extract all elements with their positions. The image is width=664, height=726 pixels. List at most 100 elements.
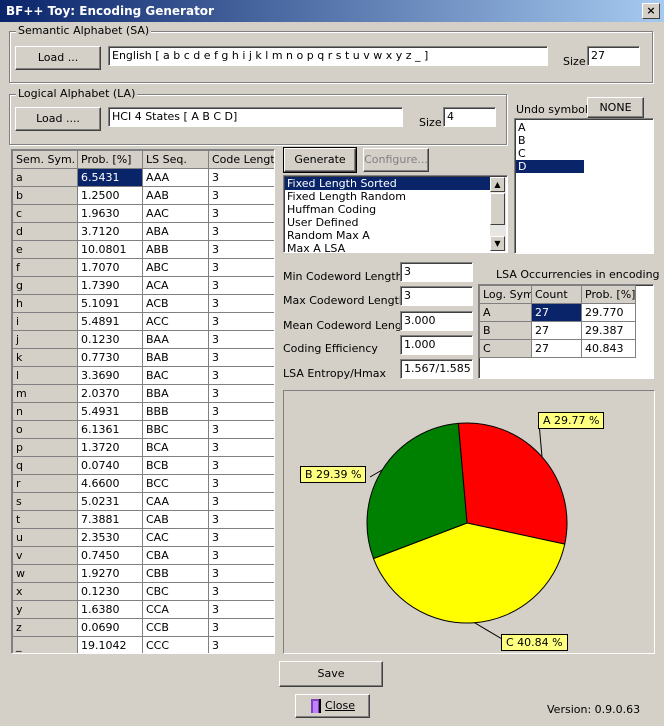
configure-button[interactable]: Configure... (363, 148, 429, 172)
code-length-cell[interactable]: 3 (208, 294, 274, 313)
code-length-cell[interactable]: 3 (208, 312, 274, 331)
semantic-size-field[interactable]: 27 (587, 46, 640, 66)
ls-seq-cell[interactable]: ACA (142, 276, 209, 295)
code-length-cell[interactable]: 3 (208, 330, 274, 349)
prob-cell[interactable]: 6.1361 (77, 420, 143, 439)
prob-cell[interactable]: 5.1091 (77, 294, 143, 313)
scroll-thumb[interactable] (490, 193, 505, 225)
undo-symbol-item[interactable]: B (516, 134, 584, 147)
window-close-button[interactable]: × (642, 3, 660, 19)
prob-cell[interactable]: 1.7390 (77, 276, 143, 295)
column-header[interactable]: Code Length (208, 150, 274, 169)
ls-seq-cell[interactable]: CCA (142, 600, 209, 619)
prob-cell[interactable]: 29.387 (581, 321, 636, 340)
column-header[interactable]: Log. Sym. (479, 285, 532, 304)
prob-cell[interactable]: 3.7120 (77, 222, 143, 241)
prob-cell[interactable]: 1.2500 (77, 186, 143, 205)
code-length-cell[interactable]: 3 (208, 240, 274, 259)
ls-seq-cell[interactable]: AAB (142, 186, 209, 205)
semantic-load-button[interactable]: Load ... (15, 46, 101, 70)
table-row[interactable]: x 0.1230 CBC 3 (12, 582, 274, 601)
table-row[interactable]: b 1.2500 AAB 3 (12, 186, 274, 205)
code-length-cell[interactable]: 3 (208, 348, 274, 367)
table-row[interactable]: u 2.3530 CAC 3 (12, 528, 274, 547)
ls-seq-cell[interactable]: CAC (142, 528, 209, 547)
prob-cell[interactable]: 1.6380 (77, 600, 143, 619)
ls-seq-cell[interactable]: BCC (142, 474, 209, 493)
logical-alphabet-field[interactable]: HCI 4 States [ A B C D] (108, 107, 403, 127)
ls-seq-cell[interactable]: ACC (142, 312, 209, 331)
method-item[interactable]: Huffman Coding (285, 203, 490, 216)
undo-none-button[interactable]: NONE (587, 97, 644, 118)
table-row[interactable]: r 4.6600 BCC 3 (12, 474, 274, 493)
prob-cell[interactable]: 4.6600 (77, 474, 143, 493)
code-length-cell[interactable]: 3 (208, 510, 274, 529)
ls-seq-cell[interactable]: CCC (142, 636, 209, 653)
table-row[interactable]: c 1.9630 AAC 3 (12, 204, 274, 223)
prob-cell[interactable]: 2.0370 (77, 384, 143, 403)
scroll-up-icon[interactable]: ▲ (490, 177, 505, 192)
generate-button[interactable]: Generate (283, 147, 357, 173)
undo-symbol-item-selected[interactable]: D (516, 160, 584, 173)
semantic-alphabet-field[interactable]: English [ a b c d e f g h i j k l m n o … (108, 46, 548, 66)
code-length-cell[interactable]: 3 (208, 438, 274, 457)
ls-seq-cell[interactable]: CBA (142, 546, 209, 565)
undo-symbol-item[interactable]: C (516, 147, 584, 160)
ls-seq-cell[interactable]: BBB (142, 402, 209, 421)
code-length-cell[interactable]: 3 (208, 420, 274, 439)
logical-size-field[interactable]: 4 (443, 107, 496, 127)
prob-cell[interactable]: 7.3881 (77, 510, 143, 529)
method-list-scrollbar[interactable]: ▲ ▼ (490, 177, 506, 251)
code-length-cell[interactable]: 3 (208, 582, 274, 601)
ls-seq-cell[interactable]: CBB (142, 564, 209, 583)
table-row[interactable]: g 1.7390 ACA 3 (12, 276, 274, 295)
ls-seq-cell[interactable]: BBC (142, 420, 209, 439)
title-bar[interactable]: BF++ Toy: Encoding Generator × (0, 0, 664, 22)
prob-cell[interactable]: 2.3530 (77, 528, 143, 547)
table-row[interactable]: p 1.3720 BCA 3 (12, 438, 274, 457)
table-row[interactable]: h 5.1091 ACB 3 (12, 294, 274, 313)
prob-cell[interactable]: 0.7450 (77, 546, 143, 565)
ls-seq-cell[interactable]: CCB (142, 618, 209, 637)
prob-cell[interactable]: 0.1230 (77, 582, 143, 601)
code-length-cell[interactable]: 3 (208, 258, 274, 277)
prob-cell[interactable]: 5.0231 (77, 492, 143, 511)
prob-cell[interactable]: 6.5431 (77, 168, 143, 187)
table-row[interactable]: a 6.5431 AAA 3 (12, 168, 274, 187)
code-length-cell[interactable]: 3 (208, 168, 274, 187)
ls-seq-cell[interactable]: ABA (142, 222, 209, 241)
prob-cell[interactable]: 1.7070 (77, 258, 143, 277)
ls-seq-cell[interactable]: ABB (142, 240, 209, 259)
table-row[interactable]: A 27 29.770 (479, 303, 636, 322)
code-length-cell[interactable]: 3 (208, 474, 274, 493)
ls-seq-cell[interactable]: ACB (142, 294, 209, 313)
code-length-cell[interactable]: 3 (208, 222, 274, 241)
code-length-cell[interactable]: 3 (208, 564, 274, 583)
column-header[interactable]: Prob. [%] (77, 150, 143, 169)
table-row[interactable]: o 6.1361 BBC 3 (12, 420, 274, 439)
table-row[interactable]: y 1.6380 CCA 3 (12, 600, 274, 619)
ls-seq-cell[interactable]: CAA (142, 492, 209, 511)
prob-cell[interactable]: 1.3720 (77, 438, 143, 457)
code-length-cell[interactable]: 3 (208, 456, 274, 475)
code-length-cell[interactable]: 3 (208, 186, 274, 205)
table-row[interactable]: t 7.3881 CAB 3 (12, 510, 274, 529)
encoding-method-list[interactable]: Fixed Length Sorted Fixed Length Random Hu… (283, 175, 508, 253)
ls-seq-cell[interactable]: BAB (142, 348, 209, 367)
prob-cell[interactable]: 0.7730 (77, 348, 143, 367)
ls-seq-cell[interactable]: BAC (142, 366, 209, 385)
code-length-cell[interactable]: 3 (208, 528, 274, 547)
prob-cell[interactable]: 5.4891 (77, 312, 143, 331)
ls-seq-cell[interactable]: BCA (142, 438, 209, 457)
table-row[interactable]: _ 19.1042 CCC 3 (12, 636, 274, 653)
code-length-cell[interactable]: 3 (208, 618, 274, 637)
code-length-cell[interactable]: 3 (208, 546, 274, 565)
count-cell[interactable]: 27 (531, 303, 582, 322)
method-item[interactable]: User Defined (285, 216, 490, 229)
table-row[interactable]: z 0.0690 CCB 3 (12, 618, 274, 637)
prob-cell[interactable]: 10.0801 (77, 240, 143, 259)
prob-cell[interactable]: 29.770 (581, 303, 636, 322)
prob-cell[interactable]: 0.0740 (77, 456, 143, 475)
table-row[interactable]: n 5.4931 BBB 3 (12, 402, 274, 421)
code-length-cell[interactable]: 3 (208, 366, 274, 385)
